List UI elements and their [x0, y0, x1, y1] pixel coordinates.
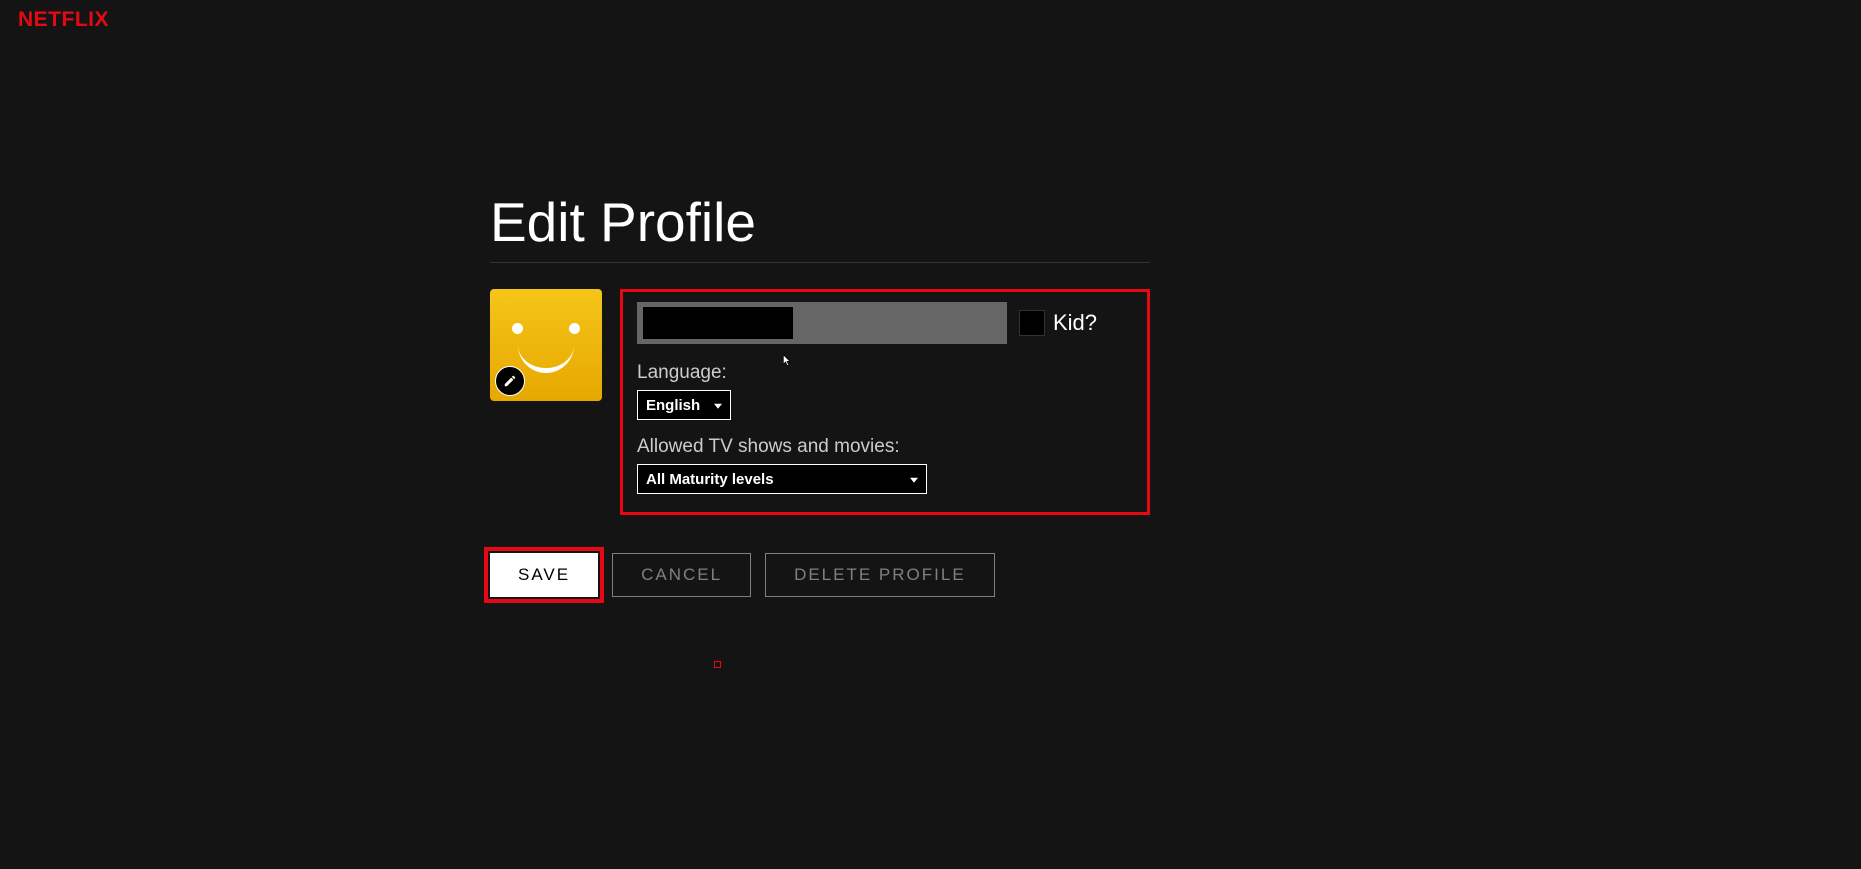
page-title: Edit Profile [490, 190, 1150, 263]
kid-checkbox[interactable] [1019, 310, 1045, 336]
edit-avatar-button[interactable] [495, 366, 525, 396]
avatar-mouth [518, 345, 574, 373]
action-buttons-row: SAVE CANCEL DELETE PROFILE [490, 553, 1150, 597]
language-select[interactable]: English [637, 390, 731, 420]
brand-logo[interactable]: NETFLIX [18, 8, 109, 32]
maturity-select-value: All Maturity levels [646, 471, 774, 488]
profile-row: Kid? Language: English Allowed TV shows … [490, 289, 1150, 515]
kid-checkbox-wrapper: Kid? [1019, 310, 1097, 336]
name-row: Kid? [637, 302, 1133, 344]
form-highlight-area: Kid? Language: English Allowed TV shows … [620, 289, 1150, 515]
pencil-icon [503, 374, 517, 388]
edit-profile-container: Edit Profile Kid? Language: [490, 190, 1150, 597]
maturity-field-group: Allowed TV shows and movies: All Maturit… [637, 436, 1133, 494]
language-field-group: Language: English [637, 362, 1133, 420]
delete-profile-button[interactable]: DELETE PROFILE [765, 553, 995, 597]
maturity-select[interactable]: All Maturity levels [637, 464, 927, 494]
maturity-label: Allowed TV shows and movies: [637, 436, 1133, 458]
profile-name-input[interactable] [637, 302, 1007, 344]
cancel-button[interactable]: CANCEL [612, 553, 751, 597]
kid-label: Kid? [1053, 310, 1097, 336]
avatar-wrapper [490, 289, 602, 401]
avatar-eye-right [569, 323, 580, 334]
avatar-eye-left [512, 323, 523, 334]
save-button[interactable]: SAVE [490, 553, 598, 597]
language-label: Language: [637, 362, 1133, 384]
annotation-marker [714, 661, 721, 668]
language-select-value: English [646, 397, 700, 414]
